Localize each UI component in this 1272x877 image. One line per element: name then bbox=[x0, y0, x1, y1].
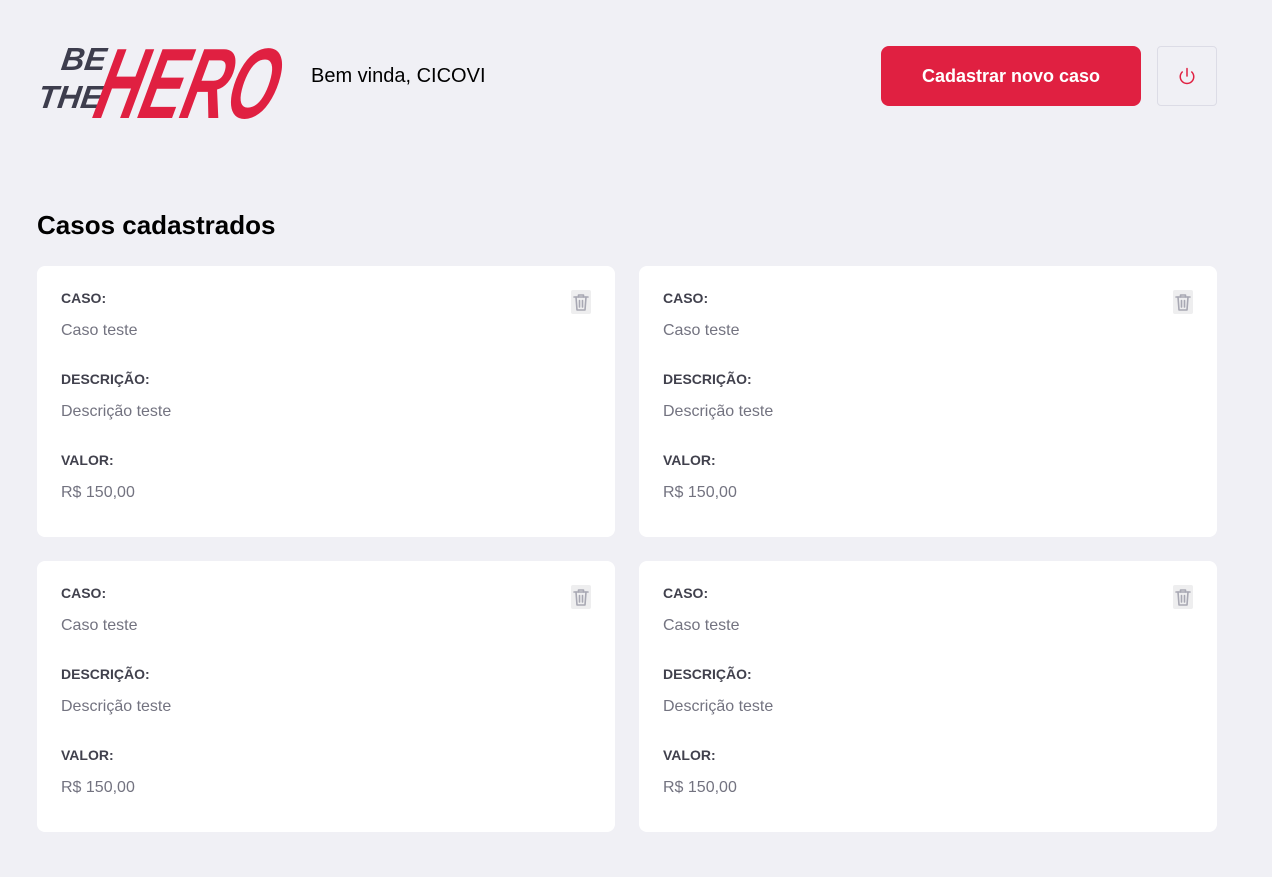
description-value: Descrição teste bbox=[663, 403, 774, 420]
case-label: CASO: bbox=[61, 290, 107, 306]
case-card: CASO: Caso teste DESCRIÇÃO: Descrição te… bbox=[639, 561, 1217, 832]
description-label: DESCRIÇÃO: bbox=[61, 371, 150, 387]
delete-case-button[interactable] bbox=[1173, 290, 1193, 314]
delete-case-button[interactable] bbox=[1173, 585, 1193, 609]
case-card: CASO: Caso teste DESCRIÇÃO: Descrição te… bbox=[639, 266, 1217, 537]
description-label: DESCRIÇÃO: bbox=[61, 666, 150, 682]
description-value: Descrição teste bbox=[61, 698, 172, 715]
delete-case-button[interactable] bbox=[571, 585, 591, 609]
description-value: Descrição teste bbox=[663, 698, 774, 715]
logout-button[interactable] bbox=[1157, 46, 1217, 106]
page: BE THE HERO Bem vinda, CICOVI Cadastrar … bbox=[0, 0, 1272, 877]
case-value: Caso teste bbox=[663, 322, 740, 339]
amount-label: VALOR: bbox=[663, 747, 716, 763]
power-icon bbox=[1179, 67, 1195, 85]
trash-icon bbox=[1175, 589, 1191, 606]
trash-icon bbox=[573, 589, 589, 606]
logo-text-hero: HERO bbox=[86, 27, 289, 130]
amount-value: R$ 150,00 bbox=[61, 779, 135, 796]
case-label: CASO: bbox=[61, 585, 107, 601]
delete-case-button[interactable] bbox=[571, 290, 591, 314]
new-case-button[interactable]: Cadastrar novo caso bbox=[881, 46, 1141, 106]
case-value: Caso teste bbox=[663, 617, 740, 634]
trash-icon bbox=[1175, 294, 1191, 311]
case-card: CASO: Caso teste DESCRIÇÃO: Descrição te… bbox=[37, 266, 615, 537]
cases-list: CASO: Caso teste DESCRIÇÃO: Descrição te… bbox=[37, 266, 1217, 832]
header: BE THE HERO Bem vinda, CICOVI Cadastrar … bbox=[37, 0, 1217, 150]
amount-value: R$ 150,00 bbox=[61, 484, 135, 501]
amount-value: R$ 150,00 bbox=[663, 484, 737, 501]
case-value: Caso teste bbox=[61, 617, 138, 634]
amount-label: VALOR: bbox=[61, 452, 114, 468]
be-the-hero-logo: BE THE HERO bbox=[37, 27, 289, 130]
amount-value: R$ 150,00 bbox=[663, 779, 737, 796]
amount-label: VALOR: bbox=[663, 452, 716, 468]
case-label: CASO: bbox=[663, 585, 709, 601]
case-label: CASO: bbox=[663, 290, 709, 306]
welcome-text: Bem vinda, CICOVI bbox=[311, 65, 486, 87]
description-label: DESCRIÇÃO: bbox=[663, 371, 752, 387]
amount-label: VALOR: bbox=[61, 747, 114, 763]
description-value: Descrição teste bbox=[61, 403, 172, 420]
case-value: Caso teste bbox=[61, 322, 138, 339]
case-card: CASO: Caso teste DESCRIÇÃO: Descrição te… bbox=[37, 561, 615, 832]
page-title: Casos cadastrados bbox=[37, 210, 276, 240]
description-label: DESCRIÇÃO: bbox=[663, 666, 752, 682]
trash-icon bbox=[573, 294, 589, 311]
